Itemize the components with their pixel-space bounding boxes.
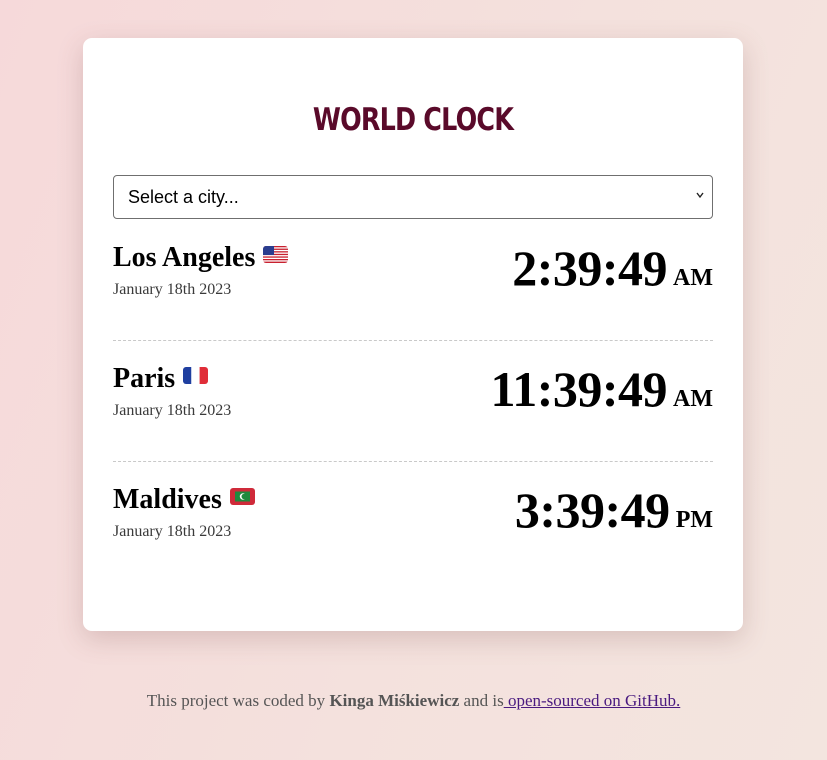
- us-flag-icon: [263, 246, 289, 264]
- footer-prefix: This project was coded by: [146, 691, 330, 710]
- city-time: 2:39:49 AM: [512, 239, 713, 297]
- city-name: Los Angeles: [113, 242, 256, 273]
- city-name: Maldives: [113, 484, 222, 515]
- maldives-flag-icon: [229, 488, 255, 506]
- github-link[interactable]: open-sourced on GitHub.: [504, 691, 680, 710]
- footer: This project was coded by Kinga Miśkiewi…: [0, 691, 827, 711]
- city-row-los-angeles: Los Angeles January 18th 2023 2:39:49 AM: [113, 219, 713, 341]
- city-time: 11:39:49 AM: [490, 360, 713, 418]
- app-title: WORLD CLOCK: [312, 102, 514, 138]
- footer-author: Kinga Miśkiewicz: [329, 691, 460, 710]
- city-date: January 18th 2023: [113, 523, 232, 540]
- time-value: 2:39:49: [512, 240, 668, 296]
- time-ampm: AM: [673, 265, 713, 291]
- city-name: Paris: [113, 363, 176, 394]
- time-ampm: AM: [673, 386, 713, 412]
- world-clock-card: WORLD CLOCK Select a city... Los Angeles…: [83, 38, 743, 631]
- city-time: 3:39:49 PM: [515, 481, 713, 539]
- time-ampm: PM: [675, 507, 713, 533]
- city-select-value: Select a city...: [128, 187, 239, 207]
- city-date: January 18th 2023: [113, 281, 232, 298]
- city-name-container: Paris: [113, 362, 209, 396]
- city-row-paris: Paris January 18th 2023 11:39:49 AM: [113, 340, 713, 462]
- city-name-container: Los Angeles: [113, 241, 289, 275]
- time-value: 11:39:49: [490, 361, 668, 417]
- city-date: January 18th 2023: [113, 402, 232, 419]
- city-row-maldives: Maldives January 18th 2023 3:39:49 PM: [113, 461, 713, 582]
- time-value: 3:39:49: [514, 482, 670, 538]
- city-name-container: Maldives: [113, 483, 255, 517]
- footer-middle: and is: [459, 691, 504, 710]
- chevron-down-icon: [696, 192, 704, 199]
- city-select[interactable]: Select a city...: [113, 175, 713, 219]
- france-flag-icon: [183, 367, 209, 385]
